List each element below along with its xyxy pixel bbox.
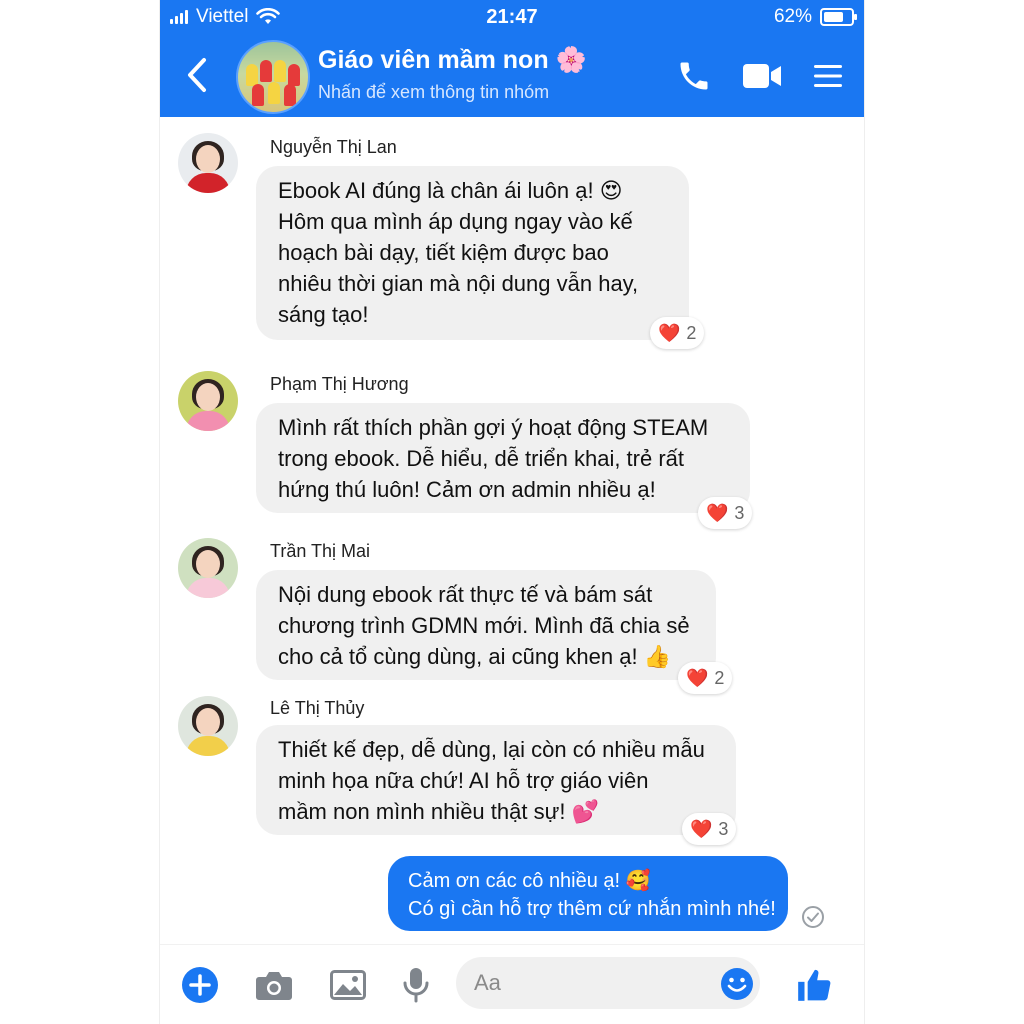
message-bubble[interactable]: Ebook AI đúng là chân ái luôn ạ! 😍 Hôm q… xyxy=(256,166,689,340)
avatar[interactable] xyxy=(178,133,238,193)
menu-button[interactable] xyxy=(808,56,848,96)
group-subtitle[interactable]: Nhấn để xem thông tin nhóm xyxy=(318,82,549,103)
reaction-count: 2 xyxy=(714,667,725,688)
microphone-icon xyxy=(403,968,429,1003)
message-line: trong ebook. Dễ hiểu, dễ triển khai, trẻ… xyxy=(278,446,685,471)
battery-icon xyxy=(820,8,857,26)
message-line: chương trình GDMN mới. Mình đã chia sẻ xyxy=(278,613,690,638)
seen-check-icon xyxy=(802,906,824,928)
reaction-badge[interactable]: ❤️ 2 xyxy=(678,662,733,694)
avatar[interactable] xyxy=(178,538,238,598)
group-avatar[interactable] xyxy=(236,40,310,114)
phone-icon xyxy=(680,62,708,90)
emoji-icon[interactable] xyxy=(720,967,754,1001)
sender-name: Nguyễn Thị Lan xyxy=(270,137,397,157)
add-button[interactable] xyxy=(180,965,220,1005)
composer-bar xyxy=(160,944,864,1024)
message-line: hoạch bài dạy, tiết kiệm được bao xyxy=(278,240,609,265)
video-call-button[interactable] xyxy=(742,56,782,96)
sender-name: Phạm Thị Hương xyxy=(270,374,409,394)
voice-button[interactable] xyxy=(396,965,436,1005)
message-line: mầm non mình nhiều thật sự! 💕 xyxy=(278,799,599,824)
heart-icon: ❤️ xyxy=(686,667,709,688)
messenger-screen: Viettel 21:47 62% Giáo viên mầm non 🌸 Nh… xyxy=(160,0,864,1024)
message-bubble[interactable]: Thiết kế đẹp, dễ dùng, lại còn có nhiều … xyxy=(256,725,736,835)
message-line: sáng tạo! xyxy=(278,302,369,327)
back-button[interactable] xyxy=(180,52,214,98)
camera-button[interactable] xyxy=(254,965,294,1005)
gallery-button[interactable] xyxy=(328,965,368,1005)
message-line: cho cả tổ cùng dùng, ai cũng khen ạ! 👍 xyxy=(278,644,672,669)
back-icon xyxy=(188,58,206,92)
message-line: Nội dung ebook rất thực tế và bám sát xyxy=(278,582,653,607)
sender-name: Trần Thị Mai xyxy=(270,541,371,561)
like-button[interactable] xyxy=(794,965,834,1005)
avatar[interactable] xyxy=(178,371,238,431)
heart-icon: ❤️ xyxy=(706,502,729,523)
reaction-badge[interactable]: ❤️ 3 xyxy=(698,497,753,529)
message-line: Cảm ơn các cô nhiều ạ! 🥰 xyxy=(408,870,651,892)
message-line: minh họa nữa chứ! AI hỗ trợ giáo viên xyxy=(278,768,649,793)
group-title[interactable]: Giáo viên mầm non 🌸 xyxy=(318,46,587,75)
message-line: Mình rất thích phần gợi ý hoạt động STEA… xyxy=(278,415,709,440)
heart-icon: ❤️ xyxy=(690,818,713,839)
avatar[interactable] xyxy=(178,696,238,756)
message-line: Hôm qua mình áp dụng ngay vào kế xyxy=(278,209,633,234)
message-line: Ebook AI đúng là chân ái luôn ạ! 😍 xyxy=(278,178,623,203)
reaction-count: 3 xyxy=(718,818,729,839)
battery-percent: 62% xyxy=(773,6,812,27)
thumbs-up-icon xyxy=(798,969,831,1001)
message-line: nhiêu thời gian mà nội dung vẫn hay, xyxy=(278,271,639,296)
clock: 21:47 xyxy=(486,6,538,28)
status-bar: Viettel 21:47 62% xyxy=(160,0,864,36)
reaction-badge[interactable]: ❤️ 3 xyxy=(682,813,737,845)
chat-header: Viettel 21:47 62% Giáo viên mầm non 🌸 Nh… xyxy=(160,0,864,117)
reaction-count: 2 xyxy=(686,322,697,343)
video-icon xyxy=(743,64,781,88)
menu-icon xyxy=(814,65,842,87)
camera-icon xyxy=(256,972,292,1000)
message-bubble[interactable]: Nội dung ebook rất thực tế và bám sát ch… xyxy=(256,570,716,680)
message-bubble[interactable]: Mình rất thích phần gợi ý hoạt động STEA… xyxy=(256,403,750,513)
sender-name: Lê Thị Thủy xyxy=(270,698,365,718)
message-line: Có gì cần hỗ trợ thêm cứ nhắn mình nhé! xyxy=(408,898,776,920)
call-button[interactable] xyxy=(674,56,714,96)
message-line: Thiết kế đẹp, dễ dùng, lại còn có nhiều … xyxy=(278,737,705,762)
status-right: 62% xyxy=(773,6,857,28)
plus-circle-icon xyxy=(182,967,218,1003)
heart-icon: ❤️ xyxy=(658,322,681,343)
message-input[interactable] xyxy=(456,957,760,1009)
image-icon xyxy=(330,970,366,1000)
outgoing-message-bubble[interactable]: Cảm ơn các cô nhiều ạ! 🥰 Có gì cần hỗ tr… xyxy=(388,856,788,931)
message-line: hứng thú luôn! Cảm ơn admin nhiều ạ! xyxy=(278,477,656,502)
reaction-count: 3 xyxy=(734,502,745,523)
reaction-badge[interactable]: ❤️ 2 xyxy=(650,317,705,349)
